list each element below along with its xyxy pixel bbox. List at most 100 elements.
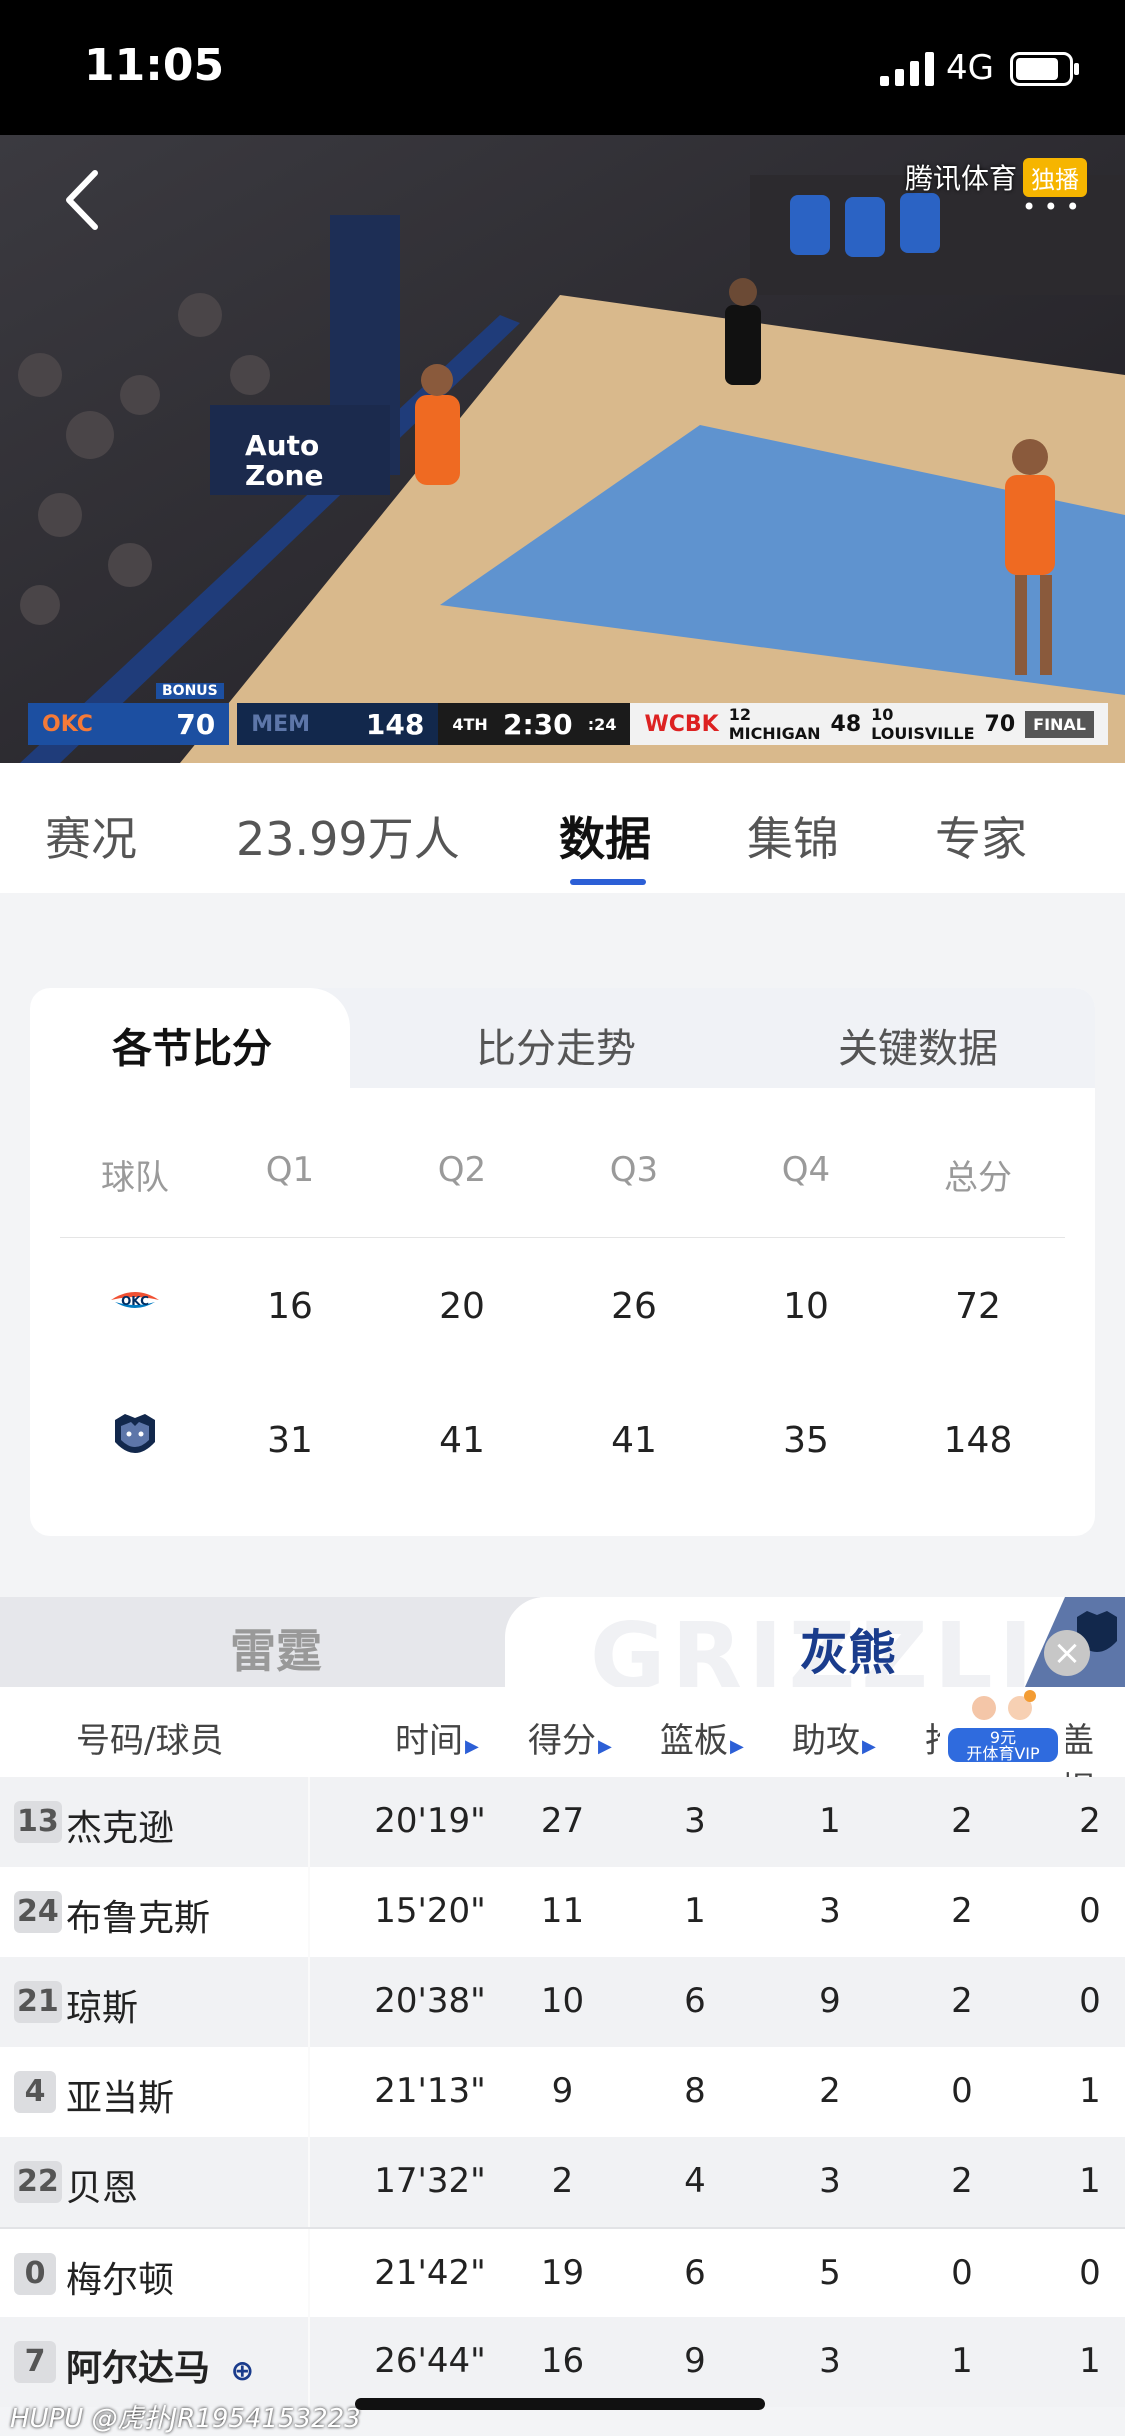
score-ticker: WCBK 12 MICHIGAN 48 10 LOUISVILLE 70 FIN… [630, 703, 1108, 745]
thunder-q2: 20 [439, 1286, 485, 1327]
player-rebounds: 4 [684, 2161, 706, 2201]
col-header-q3: Q3 [609, 1150, 659, 1190]
tv-scorebug: OKC 70 BONUS MEM 148 4TH 2:30 :24 WCBK 1… [28, 683, 1108, 745]
user-watermark: HUPU @虎扑JR1954153223 [10, 2404, 361, 2434]
player-points: 19 [540, 2253, 585, 2293]
sort-arrow-icon: ▶ [862, 1736, 876, 1757]
tab-live[interactable]: 赛况 [45, 803, 137, 869]
tab-highlights[interactable]: 集锦 [747, 803, 839, 869]
grizzlies-q3: 41 [611, 1420, 657, 1461]
broadcaster-name: 腾讯体育 [905, 162, 1018, 195]
card-divider [60, 1237, 1065, 1238]
home-indicator[interactable] [355, 2398, 765, 2410]
svg-text:OKC: OKC [121, 1294, 149, 1308]
player-name: 杰克逊 [66, 1808, 175, 1849]
tab-stats[interactable]: 数据 [559, 803, 651, 869]
column-separator [308, 2317, 310, 2407]
player-number: 13 [14, 1801, 62, 1843]
player-time: 15'20" [374, 1891, 486, 1931]
player-assists: 1 [819, 1801, 841, 1841]
cellular-signal-icon [880, 52, 934, 86]
thunder-q4: 10 [783, 1286, 829, 1327]
col-header-q1: Q1 [265, 1150, 315, 1190]
status-time: 11:05 [84, 40, 225, 91]
column-separator [308, 2047, 310, 2137]
player-steals: 2 [951, 1801, 973, 1841]
card-subtabs: 各节比分 比分走势 关键数据 [30, 988, 1095, 1088]
player-rebounds: 9 [684, 2341, 706, 2381]
col-header-team: 球队 [101, 1158, 169, 1198]
ticker-team-1: 12 MICHIGAN [728, 705, 821, 743]
tab-experts[interactable]: 专家 [935, 803, 1027, 869]
player-steals: 1 [951, 2341, 973, 2381]
subtab-score-trend[interactable]: 比分走势 [476, 1016, 636, 1074]
player-blocks: 1 [1079, 2161, 1101, 2201]
away-score: 70 [176, 707, 216, 741]
video-player[interactable]: Auto Zone 腾讯体育 独播 • • • OKC 70 BONUS MEM… [0, 135, 1125, 763]
table-row[interactable]: 22 贝恩 17'32" 2 4 3 2 1 [0, 2137, 1125, 2227]
subtab-quarter-scores[interactable]: 各节比分 [112, 1016, 272, 1074]
player-name-text: 阿尔达马 [66, 2348, 211, 2389]
player-rebounds: 3 [684, 1801, 706, 1841]
player-blocks: 0 [1079, 1981, 1101, 2021]
active-tab-indicator [570, 879, 646, 885]
col-header-rebounds[interactable]: 篮板 ▶ [660, 1713, 744, 1762]
player-assists: 5 [819, 2253, 841, 2293]
table-row[interactable]: 24 布鲁克斯 15'20" 11 1 3 2 0 [0, 1867, 1125, 1957]
table-row[interactable]: 0 梅尔顿 21'42" 19 6 5 0 0 [0, 2227, 1125, 2319]
player-blocks: 0 [1079, 2253, 1101, 2293]
video-frame: Auto Zone [0, 135, 1125, 763]
col-header-q2: Q2 [437, 1150, 487, 1190]
player-points: 2 [551, 2161, 574, 2201]
player-time: 26'44" [374, 2341, 486, 2381]
grizzlies-q1: 31 [267, 1420, 313, 1461]
col-header-points-label: 得分 [528, 1721, 596, 1761]
column-separator [308, 2229, 310, 2319]
thunder-q3: 26 [611, 1286, 657, 1327]
vip-label: 9元 开体育VIP [948, 1728, 1058, 1762]
player-name: 布鲁克斯 [66, 1898, 211, 1939]
player-blocks: 2 [1079, 1801, 1101, 1841]
column-separator [308, 1957, 310, 2047]
subtab-key-stats[interactable]: 关键数据 [838, 1016, 998, 1074]
ticker-score-1: 48 [830, 711, 862, 737]
player-assists: 3 [819, 1891, 841, 1931]
battery-icon [1010, 52, 1079, 86]
game-clock: 4TH 2:30 :24 [438, 703, 631, 745]
back-icon[interactable] [55, 165, 115, 235]
ticker-label: WCBK [644, 711, 719, 737]
table-row[interactable]: 13 杰克逊 20'19" 27 3 1 2 2 [0, 1777, 1125, 1867]
player-number: 7 [14, 2341, 56, 2383]
player-name: 梅尔顿 [66, 2260, 175, 2301]
grizzlies-q4: 35 [783, 1420, 829, 1461]
player-rebounds: 6 [684, 1981, 706, 2021]
player-name: 亚当斯 [66, 2078, 175, 2119]
player-assists: 3 [819, 2161, 841, 2201]
table-row[interactable]: 21 琼斯 20'38" 10 6 9 2 0 [0, 1957, 1125, 2047]
thunder-q1: 16 [267, 1286, 313, 1327]
col-header-assists[interactable]: 助攻 ▶ [792, 1713, 876, 1762]
player-blocks: 1 [1079, 2071, 1101, 2111]
player-points: 16 [540, 2341, 585, 2381]
table-row[interactable]: 4 亚当斯 21'13" 9 8 2 0 1 [0, 2047, 1125, 2137]
sort-arrow-icon: ▶ [465, 1736, 479, 1757]
player-rebounds: 6 [684, 2253, 706, 2293]
col-header-points[interactable]: 得分 ▶ [528, 1713, 612, 1762]
player-points: 11 [540, 1891, 585, 1931]
close-icon[interactable]: × [1044, 1630, 1090, 1676]
main-tabs: 赛况 23.99万人 数据 集锦 专家 [0, 763, 1125, 893]
grizzlies-logo: MEM [251, 711, 311, 737]
grizzlies-total: 148 [943, 1420, 1013, 1461]
more-options-icon[interactable]: • • • [1022, 193, 1080, 221]
thunder-logo: OKC [42, 711, 93, 737]
vip-promo-badge[interactable]: 9元 开体育VIP [940, 1690, 1066, 1766]
col-header-player: 号码/球员 [76, 1721, 224, 1761]
player-points: 9 [551, 2071, 574, 2111]
player-time: 21'13" [374, 2071, 486, 2111]
tab-viewers[interactable]: 23.99万人 [236, 803, 460, 869]
vip-text: 开体育VIP [966, 1744, 1040, 1763]
section-spacer [0, 893, 1125, 965]
table-row[interactable]: 7 阿尔达马 ⊕ 26'44" 16 9 3 1 1 [0, 2317, 1125, 2407]
col-header-time[interactable]: 时间 ▶ [395, 1713, 479, 1762]
player-time: 17'32" [374, 2161, 486, 2201]
